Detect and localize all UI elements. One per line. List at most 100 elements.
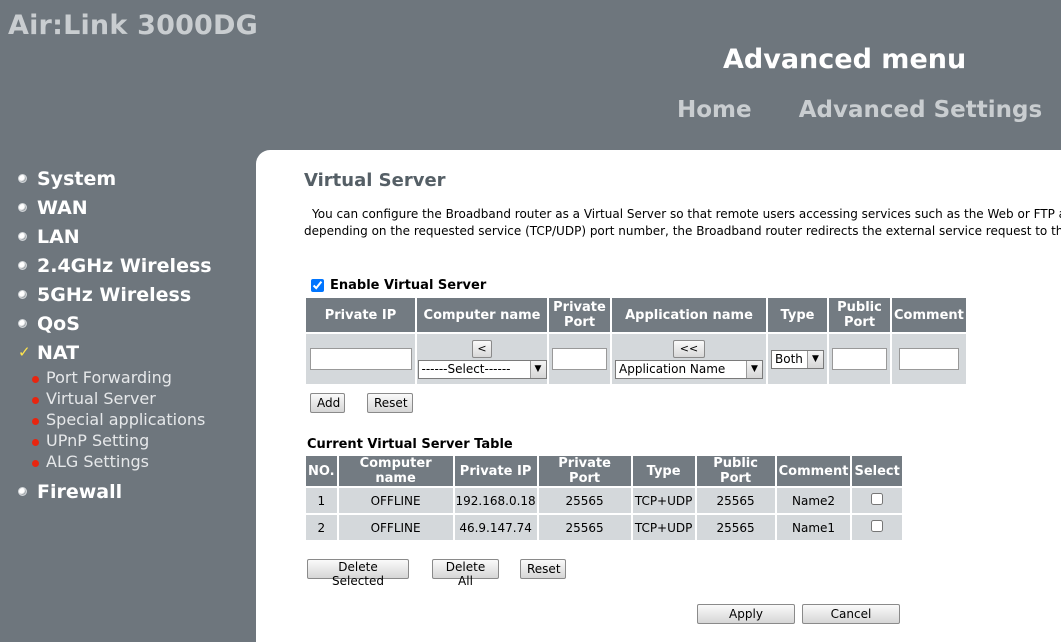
header-public-port: Public Port xyxy=(829,298,890,332)
sidebar: System WAN LAN 2.4GHz Wireless 5GHz Wire… xyxy=(18,164,254,506)
cell-private-ip: 192.168.0.18 xyxy=(454,488,537,513)
header-private-port: Private Port xyxy=(538,456,631,486)
header-private-ip: Private IP xyxy=(306,298,415,332)
submenu-upnp-setting[interactable]: UPnP Setting xyxy=(32,430,254,451)
cell-no: 2 xyxy=(306,515,337,540)
cell-private-port: 25565 xyxy=(538,488,631,513)
sidebar-item-label: System xyxy=(37,167,117,190)
submenu-special-applications[interactable]: Special applications xyxy=(32,409,254,430)
bullet-icon xyxy=(18,290,27,299)
application-name-select[interactable]: Application Name ▼ xyxy=(615,359,763,379)
header-private-ip: Private IP xyxy=(454,456,537,486)
cell-computer-name: OFFLINE xyxy=(338,515,453,540)
page-description: You can configure the Broadband router a… xyxy=(304,206,1061,242)
current-table-title: Current Virtual Server Table xyxy=(307,437,513,452)
apply-button[interactable]: Apply xyxy=(697,604,795,624)
copy-application-button[interactable]: << xyxy=(673,339,705,358)
checkmark-icon: ✓ xyxy=(18,343,31,361)
sidebar-item-qos[interactable]: QoS xyxy=(18,309,254,338)
add-button[interactable]: Add xyxy=(310,393,345,413)
bullet-icon xyxy=(18,232,27,241)
sidebar-item-24ghz-wireless[interactable]: 2.4GHz Wireless xyxy=(18,251,254,280)
enable-virtual-server-label: Enable Virtual Server xyxy=(330,278,487,293)
sidebar-item-wan[interactable]: WAN xyxy=(18,193,254,222)
table-row: 1 OFFLINE 192.168.0.18 25565 TCP+UDP 255… xyxy=(306,488,902,513)
computer-name-select[interactable]: ------Select------ ▼ xyxy=(417,359,547,379)
current-virtual-server-table: NO. Computer name Private IP Private Por… xyxy=(304,454,904,542)
submenu-label: Special applications xyxy=(46,410,206,429)
header-comment: Comment xyxy=(776,456,851,486)
cell-computer-name: OFFLINE xyxy=(338,488,453,513)
submenu-label: Port Forwarding xyxy=(46,368,172,387)
submenu-port-forwarding[interactable]: Port Forwarding xyxy=(32,367,254,388)
chevron-down-icon: ▼ xyxy=(746,360,762,378)
row-select-checkbox[interactable] xyxy=(871,493,884,505)
red-dot-icon xyxy=(32,439,39,446)
submenu-label: Virtual Server xyxy=(46,389,156,408)
public-port-input[interactable] xyxy=(832,348,887,370)
header-private-port: Private Port xyxy=(549,298,610,332)
cell-select xyxy=(852,515,902,540)
private-port-input[interactable] xyxy=(552,348,607,370)
cell-type: TCP+UDP xyxy=(632,515,695,540)
cell-public-port: 25565 xyxy=(696,515,775,540)
comment-input[interactable] xyxy=(898,348,959,370)
submenu-virtual-server[interactable]: Virtual Server xyxy=(32,388,254,409)
type-select[interactable]: Both ▼ xyxy=(771,349,824,369)
menu-title: Advanced menu xyxy=(723,44,967,75)
cell-public-port: 25565 xyxy=(696,488,775,513)
red-dot-icon xyxy=(32,418,39,425)
delete-all-button[interactable]: Delete All xyxy=(432,559,499,588)
cell-comment: Name2 xyxy=(776,488,851,513)
delete-selected-button[interactable]: Delete Selected xyxy=(307,559,409,588)
header-type: Type xyxy=(632,456,695,486)
sidebar-item-label: LAN xyxy=(37,225,80,248)
page-title: Virtual Server xyxy=(304,170,446,191)
bullet-icon xyxy=(18,261,27,270)
chevron-down-icon: ▼ xyxy=(807,350,823,368)
sidebar-item-nat[interactable]: ✓ NAT xyxy=(18,338,254,367)
submenu-alg-settings[interactable]: ALG Settings xyxy=(32,451,254,472)
red-dot-icon xyxy=(32,376,39,383)
content-panel: Virtual Server You can configure the Bro… xyxy=(256,150,1061,642)
header-comment: Comment xyxy=(892,298,966,332)
table-row: 2 OFFLINE 46.9.147.74 25565 TCP+UDP 2556… xyxy=(306,515,902,540)
sidebar-item-label: NAT xyxy=(37,341,80,364)
description-line-2: depending on the requested service (TCP/… xyxy=(304,224,1061,238)
cell-type: TCP+UDP xyxy=(632,488,695,513)
sidebar-item-lan[interactable]: LAN xyxy=(18,222,254,251)
header-public-port: Public Port xyxy=(696,456,775,486)
cell-private-port: 25565 xyxy=(538,515,631,540)
nav-advanced-settings[interactable]: Advanced Settings xyxy=(799,97,1042,123)
cell-no: 1 xyxy=(306,488,337,513)
reset-button[interactable]: Reset xyxy=(367,393,413,413)
description-line-1: You can configure the Broadband router a… xyxy=(312,207,1061,221)
header-computer-name: Computer name xyxy=(417,298,547,332)
header-select: Select xyxy=(852,456,902,486)
bullet-icon xyxy=(18,174,27,183)
nav-home[interactable]: Home xyxy=(677,97,752,123)
enable-virtual-server-checkbox[interactable] xyxy=(311,279,324,292)
cancel-button[interactable]: Cancel xyxy=(802,604,900,624)
private-ip-input[interactable] xyxy=(309,348,412,370)
header-type: Type xyxy=(768,298,827,332)
cell-select xyxy=(852,488,902,513)
sidebar-item-firewall[interactable]: Firewall xyxy=(18,477,254,506)
cell-comment: Name1 xyxy=(776,515,851,540)
enable-virtual-server[interactable]: Enable Virtual Server xyxy=(311,278,486,293)
header-computer-name: Computer name xyxy=(338,456,453,486)
header-no: NO. xyxy=(306,456,337,486)
reset-table-button[interactable]: Reset xyxy=(520,559,566,579)
sidebar-item-label: Firewall xyxy=(37,480,123,503)
bullet-icon xyxy=(18,203,27,212)
row-select-checkbox[interactable] xyxy=(871,520,884,532)
header-application-name: Application name xyxy=(612,298,766,332)
submenu-label: ALG Settings xyxy=(46,452,149,471)
sidebar-item-system[interactable]: System xyxy=(18,164,254,193)
sidebar-item-label: 5GHz Wireless xyxy=(37,283,192,306)
red-dot-icon xyxy=(32,397,39,404)
add-rule-table: Private IP Computer name Private Port Ap… xyxy=(304,296,968,386)
copy-computer-button[interactable]: < xyxy=(472,339,492,358)
nat-submenu: Port Forwarding Virtual Server Special a… xyxy=(32,367,254,472)
sidebar-item-5ghz-wireless[interactable]: 5GHz Wireless xyxy=(18,280,254,309)
